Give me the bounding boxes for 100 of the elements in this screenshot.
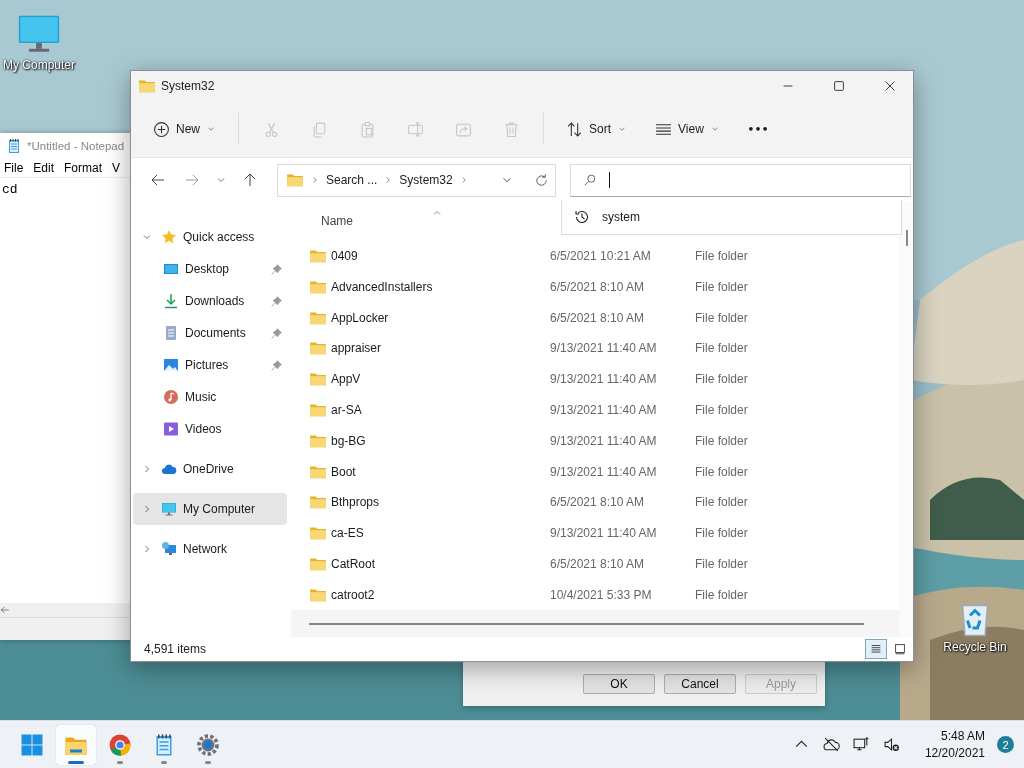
- view-button[interactable]: View: [645, 112, 730, 146]
- window-title: System32: [161, 79, 216, 93]
- type-cell: File folder: [695, 526, 748, 541]
- dialog-button[interactable]: OK: [583, 674, 655, 694]
- nav-item[interactable]: Music: [133, 381, 287, 413]
- nav-label: Pictures: [185, 358, 230, 372]
- search-field[interactable]: [570, 163, 911, 197]
- horizontal-scrollbar[interactable]: [0, 603, 132, 617]
- date-cell-text: 6/5/2021 8:10 AM: [550, 279, 646, 294]
- file-name[interactable]: ar-SA: [331, 403, 362, 418]
- scroll-thumb[interactable]: [906, 230, 908, 246]
- menu-item[interactable]: V: [112, 161, 121, 175]
- type-cell: File folder: [695, 433, 748, 448]
- new-button[interactable]: New: [143, 112, 226, 146]
- breadcrumb[interactable]: Search ...: [326, 173, 378, 187]
- muted-speaker-icon: [883, 736, 901, 753]
- nav-item[interactable]: Videos: [133, 413, 287, 445]
- nav-label: Quick access: [183, 230, 256, 244]
- breadcrumb[interactable]: System32: [399, 173, 453, 187]
- icon-label[interactable]: Recycle Bin: [943, 640, 1007, 654]
- type-cell: File folder: [695, 556, 748, 571]
- nav-item[interactable]: OneDrive: [133, 453, 287, 485]
- sort-button[interactable]: Sort: [556, 112, 638, 146]
- nav-item[interactable]: Desktop: [133, 253, 287, 285]
- file-name[interactable]: catroot2: [331, 587, 375, 602]
- cloud-off-icon: [823, 736, 841, 753]
- type-cell: File folder: [695, 495, 748, 510]
- date-cell-text: 9/13/2021 11:40 AM: [550, 341, 658, 356]
- scroll-thumb[interactable]: [309, 622, 864, 625]
- menu-item[interactable]: File: [4, 161, 24, 175]
- file-name[interactable]: ca-ES: [331, 526, 364, 541]
- type-cell: File folder: [695, 341, 748, 356]
- nav-label: OneDrive: [183, 462, 235, 476]
- download-icon: [163, 293, 179, 309]
- running-indicator: [161, 760, 167, 764]
- nav-item[interactable]: Downloads: [133, 285, 287, 317]
- video-icon: [163, 421, 179, 437]
- close-icon: [883, 79, 897, 93]
- desktop-icon: [163, 261, 179, 277]
- nav-item[interactable]: Documents: [133, 317, 287, 349]
- notepad-icon: [6, 138, 22, 154]
- history-icon: [574, 209, 590, 225]
- file-name[interactable]: Bthprops: [331, 495, 380, 510]
- item-count: 4,591 items: [144, 642, 208, 656]
- notification-badge[interactable]: 2: [997, 736, 1014, 753]
- clock-date: 12/20/2021: [924, 744, 985, 762]
- nav-item[interactable]: My Computer: [133, 493, 287, 525]
- refresh-icon[interactable]: [534, 172, 549, 188]
- running-indicator: [117, 760, 123, 764]
- file-name[interactable]: AdvancedInstallers: [331, 279, 433, 294]
- clock[interactable]: 5:48 AM 12/20/2021: [924, 727, 985, 762]
- star-icon: [161, 229, 177, 245]
- tiles-view-icon: [893, 642, 907, 656]
- nav-label: Desktop: [185, 262, 231, 276]
- type-cell: File folder: [695, 464, 748, 479]
- date-cell-text: 6/5/2021 8:10 AM: [550, 495, 646, 510]
- file-name[interactable]: CatRoot: [331, 556, 376, 571]
- nav-item[interactable]: Quick access: [133, 221, 287, 253]
- text-cursor: [609, 172, 610, 188]
- dialog-button[interactable]: Cancel: [664, 674, 736, 694]
- details-view-icon: [869, 642, 883, 656]
- nav-item[interactable]: Pictures: [133, 349, 287, 381]
- nav-item[interactable]: Network: [133, 533, 287, 565]
- date-cell-text: 6/5/2021 10:21 AM: [550, 249, 652, 264]
- music-icon: [163, 389, 179, 405]
- vertical-scrollbar[interactable]: [899, 202, 913, 637]
- forward-arrow-icon: [184, 172, 200, 188]
- nav-label: Documents: [185, 326, 247, 340]
- text-editor[interactable]: cd: [0, 178, 132, 603]
- type-cell: File folder: [695, 249, 748, 264]
- details-view-button[interactable]: [865, 639, 887, 659]
- browser-icon: [108, 732, 132, 757]
- folder-icon: [286, 171, 304, 189]
- menu-item[interactable]: Format: [64, 161, 103, 175]
- suggestion-item[interactable]: system: [602, 210, 640, 224]
- type-cell: File folder: [695, 279, 748, 294]
- file-name[interactable]: AppLocker: [331, 310, 389, 325]
- search-icon: [583, 173, 597, 187]
- document-icon: [163, 325, 179, 341]
- picture-icon: [163, 357, 179, 373]
- file-name[interactable]: appraiser: [331, 341, 382, 356]
- date-cell-text: 9/13/2021 11:40 AM: [550, 526, 658, 541]
- file-name[interactable]: 0409: [331, 249, 358, 264]
- horizontal-scrollbar[interactable]: [291, 610, 899, 637]
- menu-item[interactable]: Edit: [33, 161, 55, 175]
- back-arrow-icon: [0, 605, 10, 615]
- column-header[interactable]: Name: [321, 214, 353, 229]
- address-bar[interactable]: Search ... System32: [277, 163, 556, 197]
- file-name[interactable]: Boot: [331, 464, 356, 479]
- back-arrow-icon: [150, 172, 166, 188]
- up-arrow-icon: [242, 172, 258, 188]
- network-icon: [161, 541, 177, 557]
- nav-label: Videos: [185, 422, 223, 436]
- file-explorer-button[interactable]: [56, 724, 96, 765]
- nav-label: Music: [185, 390, 218, 404]
- date-cell-text: 6/5/2021 8:10 AM: [550, 556, 646, 571]
- file-name[interactable]: bg-BG: [331, 433, 366, 448]
- file-name[interactable]: AppV: [331, 372, 361, 387]
- date-cell-text: 9/13/2021 11:40 AM: [550, 403, 658, 418]
- type-cell: File folder: [695, 310, 748, 325]
